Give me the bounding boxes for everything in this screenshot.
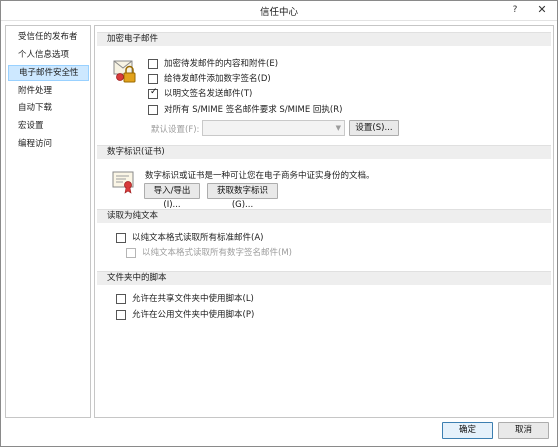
section-header-encrypted-email: 加密电子邮件	[97, 32, 551, 46]
label-add-digital-signature: 给待发邮件添加数字签名(D)	[164, 74, 271, 84]
section-header-scripts-in-folders: 文件夹中的脚本	[97, 271, 551, 285]
label-public-folder-scripts: 允许在公用文件夹中使用脚本(P)	[132, 310, 255, 320]
cancel-button[interactable]: 取消	[498, 422, 549, 439]
window-title: 信任中心	[259, 7, 298, 18]
sidebar-item-automatic-download[interactable]: 自动下载	[8, 100, 89, 116]
label-request-smime-receipt: 对所有 S/MIME 签名邮件要求 S/MIME 回执(R)	[164, 105, 343, 115]
sidebar-item-programmatic-access[interactable]: 编程访问	[8, 136, 89, 152]
settings-button[interactable]: 设置(S)...	[349, 120, 399, 136]
certificate-icon	[112, 171, 134, 194]
lock-envelope-icon	[113, 60, 136, 83]
section-header-digital-ids: 数字标识(证书)	[97, 145, 551, 159]
label-encrypt-contents: 加密待发邮件的内容和附件(E)	[164, 59, 279, 69]
category-sidebar: 受信任的发布者 个人信息选项 电子邮件安全性 附件处理 自动下载 宏设置 编程访…	[5, 25, 91, 418]
checkbox-add-digital-signature[interactable]	[148, 74, 158, 84]
ok-button[interactable]: 确定	[442, 422, 493, 439]
label-send-clear-text-signed: 以明文签名发送邮件(T)	[164, 89, 253, 99]
checkbox-public-folder-scripts[interactable]	[116, 310, 126, 320]
default-setting-dropdown[interactable]: ▼	[202, 120, 345, 136]
close-button[interactable]: ✕	[527, 1, 557, 19]
label-shared-folder-scripts: 允许在共享文件夹中使用脚本(L)	[132, 294, 254, 304]
label-read-all-plain-text: 以纯文本格式读取所有标准邮件(A)	[132, 233, 264, 243]
sidebar-item-macro-settings[interactable]: 宏设置	[8, 118, 89, 134]
trust-center-dialog: 信任中心 ? ✕ 受信任的发布者 个人信息选项 电子邮件安全性 附件处理 自动下…	[0, 0, 558, 447]
title-bar: 信任中心 ? ✕	[1, 1, 557, 21]
help-button[interactable]: ?	[505, 3, 525, 18]
checkbox-request-smime-receipt[interactable]	[148, 105, 158, 115]
checkbox-send-clear-text-signed[interactable]	[148, 87, 158, 99]
checkbox-read-signed-plain-text	[126, 248, 136, 258]
sidebar-item-attachment-handling[interactable]: 附件处理	[8, 83, 89, 99]
digital-id-description: 数字标识或证书是一种可让您在电子商务中证实身份的文档。	[145, 171, 375, 181]
sidebar-item-trusted-publishers[interactable]: 受信任的发布者	[8, 29, 89, 45]
chevron-down-icon: ▼	[335, 124, 341, 132]
get-digital-id-button[interactable]: 获取数字标识(G)...	[207, 183, 278, 210]
settings-panel: 加密电子邮件 加密待发邮件的内容和附件(E) 给待发邮件添加数字签名(D) 以明…	[94, 25, 554, 418]
checkbox-encrypt-contents[interactable]	[148, 59, 158, 69]
sidebar-item-email-security[interactable]: 电子邮件安全性	[8, 65, 89, 81]
checkbox-shared-folder-scripts[interactable]	[116, 294, 126, 304]
default-setting-label: 默认设置(F):	[151, 125, 200, 135]
checkbox-read-all-plain-text[interactable]	[116, 233, 126, 243]
sidebar-item-privacy-options[interactable]: 个人信息选项	[8, 47, 89, 63]
import-export-button[interactable]: 导入/导出(I)...	[144, 183, 200, 210]
section-header-read-as-plain-text: 读取为纯文本	[97, 209, 551, 223]
label-read-signed-plain-text: 以纯文本格式读取所有数字签名邮件(M)	[142, 248, 292, 258]
